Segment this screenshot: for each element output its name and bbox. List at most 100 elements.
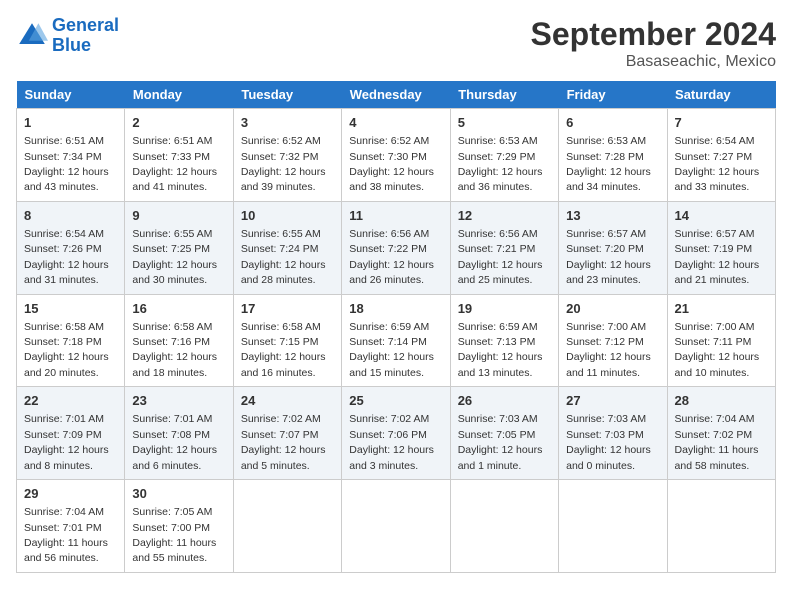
calendar-cell: 23 Sunrise: 7:01 AMSunset: 7:08 PMDaylig… <box>125 387 233 480</box>
col-tuesday: Tuesday <box>233 81 341 109</box>
calendar-cell: 11 Sunrise: 6:56 AMSunset: 7:22 PMDaylig… <box>342 201 450 294</box>
calendar-cell <box>233 480 341 573</box>
day-info: Sunrise: 6:51 AMSunset: 7:33 PMDaylight:… <box>132 135 217 193</box>
day-info: Sunrise: 7:05 AMSunset: 7:00 PMDaylight:… <box>132 506 216 564</box>
calendar-cell: 28 Sunrise: 7:04 AMSunset: 7:02 PMDaylig… <box>667 387 775 480</box>
day-info: Sunrise: 6:56 AMSunset: 7:21 PMDaylight:… <box>458 228 543 286</box>
logo: General Blue <box>16 16 119 56</box>
day-info: Sunrise: 7:03 AMSunset: 7:03 PMDaylight:… <box>566 413 651 471</box>
day-number: 19 <box>458 300 551 318</box>
calendar-row: 1 Sunrise: 6:51 AMSunset: 7:34 PMDayligh… <box>17 109 776 202</box>
col-wednesday: Wednesday <box>342 81 450 109</box>
calendar-cell: 20 Sunrise: 7:00 AMSunset: 7:12 PMDaylig… <box>559 294 667 387</box>
calendar-row: 29 Sunrise: 7:04 AMSunset: 7:01 PMDaylig… <box>17 480 776 573</box>
calendar-cell: 3 Sunrise: 6:52 AMSunset: 7:32 PMDayligh… <box>233 109 341 202</box>
calendar-cell <box>559 480 667 573</box>
calendar-cell: 5 Sunrise: 6:53 AMSunset: 7:29 PMDayligh… <box>450 109 558 202</box>
day-number: 26 <box>458 392 551 410</box>
day-info: Sunrise: 6:55 AMSunset: 7:25 PMDaylight:… <box>132 228 217 286</box>
day-info: Sunrise: 7:02 AMSunset: 7:07 PMDaylight:… <box>241 413 326 471</box>
calendar-cell: 25 Sunrise: 7:02 AMSunset: 7:06 PMDaylig… <box>342 387 450 480</box>
day-info: Sunrise: 7:00 AMSunset: 7:12 PMDaylight:… <box>566 321 651 379</box>
col-saturday: Saturday <box>667 81 775 109</box>
calendar-cell: 16 Sunrise: 6:58 AMSunset: 7:16 PMDaylig… <box>125 294 233 387</box>
col-thursday: Thursday <box>450 81 558 109</box>
calendar-body: 1 Sunrise: 6:51 AMSunset: 7:34 PMDayligh… <box>17 109 776 573</box>
day-number: 17 <box>241 300 334 318</box>
calendar-cell: 6 Sunrise: 6:53 AMSunset: 7:28 PMDayligh… <box>559 109 667 202</box>
day-info: Sunrise: 6:58 AMSunset: 7:16 PMDaylight:… <box>132 321 217 379</box>
calendar-cell: 9 Sunrise: 6:55 AMSunset: 7:25 PMDayligh… <box>125 201 233 294</box>
day-number: 30 <box>132 485 225 503</box>
day-number: 24 <box>241 392 334 410</box>
calendar-row: 8 Sunrise: 6:54 AMSunset: 7:26 PMDayligh… <box>17 201 776 294</box>
calendar-cell: 27 Sunrise: 7:03 AMSunset: 7:03 PMDaylig… <box>559 387 667 480</box>
calendar-cell: 21 Sunrise: 7:00 AMSunset: 7:11 PMDaylig… <box>667 294 775 387</box>
calendar-cell: 2 Sunrise: 6:51 AMSunset: 7:33 PMDayligh… <box>125 109 233 202</box>
day-number: 8 <box>24 207 117 225</box>
day-number: 27 <box>566 392 659 410</box>
day-info: Sunrise: 6:51 AMSunset: 7:34 PMDaylight:… <box>24 135 109 193</box>
logo-text: General Blue <box>52 16 119 56</box>
day-info: Sunrise: 7:00 AMSunset: 7:11 PMDaylight:… <box>675 321 760 379</box>
day-number: 4 <box>349 114 442 132</box>
day-info: Sunrise: 7:04 AMSunset: 7:02 PMDaylight:… <box>675 413 759 471</box>
calendar-cell <box>450 480 558 573</box>
day-number: 29 <box>24 485 117 503</box>
calendar-cell: 18 Sunrise: 6:59 AMSunset: 7:14 PMDaylig… <box>342 294 450 387</box>
day-info: Sunrise: 6:58 AMSunset: 7:18 PMDaylight:… <box>24 321 109 379</box>
calendar-cell: 17 Sunrise: 6:58 AMSunset: 7:15 PMDaylig… <box>233 294 341 387</box>
day-info: Sunrise: 6:59 AMSunset: 7:13 PMDaylight:… <box>458 321 543 379</box>
calendar-cell: 13 Sunrise: 6:57 AMSunset: 7:20 PMDaylig… <box>559 201 667 294</box>
calendar-cell: 14 Sunrise: 6:57 AMSunset: 7:19 PMDaylig… <box>667 201 775 294</box>
logo-line2: Blue <box>52 35 91 55</box>
calendar-row: 22 Sunrise: 7:01 AMSunset: 7:09 PMDaylig… <box>17 387 776 480</box>
calendar-cell: 19 Sunrise: 6:59 AMSunset: 7:13 PMDaylig… <box>450 294 558 387</box>
calendar-cell: 10 Sunrise: 6:55 AMSunset: 7:24 PMDaylig… <box>233 201 341 294</box>
calendar-cell: 1 Sunrise: 6:51 AMSunset: 7:34 PMDayligh… <box>17 109 125 202</box>
day-number: 14 <box>675 207 768 225</box>
day-number: 25 <box>349 392 442 410</box>
day-number: 2 <box>132 114 225 132</box>
calendar-cell <box>667 480 775 573</box>
page-header: General Blue September 2024 Basaseachic,… <box>16 16 776 71</box>
day-number: 28 <box>675 392 768 410</box>
day-number: 7 <box>675 114 768 132</box>
day-info: Sunrise: 6:52 AMSunset: 7:30 PMDaylight:… <box>349 135 434 193</box>
day-info: Sunrise: 7:01 AMSunset: 7:08 PMDaylight:… <box>132 413 217 471</box>
day-number: 11 <box>349 207 442 225</box>
logo-icon <box>16 20 48 52</box>
day-info: Sunrise: 6:53 AMSunset: 7:29 PMDaylight:… <box>458 135 543 193</box>
calendar-cell: 4 Sunrise: 6:52 AMSunset: 7:30 PMDayligh… <box>342 109 450 202</box>
day-number: 9 <box>132 207 225 225</box>
day-number: 10 <box>241 207 334 225</box>
col-friday: Friday <box>559 81 667 109</box>
calendar-table: Sunday Monday Tuesday Wednesday Thursday… <box>16 81 776 573</box>
day-number: 20 <box>566 300 659 318</box>
day-info: Sunrise: 6:57 AMSunset: 7:19 PMDaylight:… <box>675 228 760 286</box>
day-info: Sunrise: 7:02 AMSunset: 7:06 PMDaylight:… <box>349 413 434 471</box>
day-info: Sunrise: 6:55 AMSunset: 7:24 PMDaylight:… <box>241 228 326 286</box>
day-info: Sunrise: 6:57 AMSunset: 7:20 PMDaylight:… <box>566 228 651 286</box>
day-info: Sunrise: 6:56 AMSunset: 7:22 PMDaylight:… <box>349 228 434 286</box>
day-info: Sunrise: 7:04 AMSunset: 7:01 PMDaylight:… <box>24 506 108 564</box>
calendar-row: 15 Sunrise: 6:58 AMSunset: 7:18 PMDaylig… <box>17 294 776 387</box>
day-number: 15 <box>24 300 117 318</box>
day-number: 23 <box>132 392 225 410</box>
day-number: 1 <box>24 114 117 132</box>
calendar-cell: 22 Sunrise: 7:01 AMSunset: 7:09 PMDaylig… <box>17 387 125 480</box>
calendar-cell: 30 Sunrise: 7:05 AMSunset: 7:00 PMDaylig… <box>125 480 233 573</box>
day-number: 5 <box>458 114 551 132</box>
day-number: 16 <box>132 300 225 318</box>
calendar-cell: 26 Sunrise: 7:03 AMSunset: 7:05 PMDaylig… <box>450 387 558 480</box>
day-info: Sunrise: 6:52 AMSunset: 7:32 PMDaylight:… <box>241 135 326 193</box>
calendar-cell: 8 Sunrise: 6:54 AMSunset: 7:26 PMDayligh… <box>17 201 125 294</box>
calendar-cell: 15 Sunrise: 6:58 AMSunset: 7:18 PMDaylig… <box>17 294 125 387</box>
col-monday: Monday <box>125 81 233 109</box>
logo-line1: General <box>52 15 119 35</box>
day-number: 13 <box>566 207 659 225</box>
day-number: 6 <box>566 114 659 132</box>
day-info: Sunrise: 6:53 AMSunset: 7:28 PMDaylight:… <box>566 135 651 193</box>
day-info: Sunrise: 6:54 AMSunset: 7:27 PMDaylight:… <box>675 135 760 193</box>
header-row: Sunday Monday Tuesday Wednesday Thursday… <box>17 81 776 109</box>
